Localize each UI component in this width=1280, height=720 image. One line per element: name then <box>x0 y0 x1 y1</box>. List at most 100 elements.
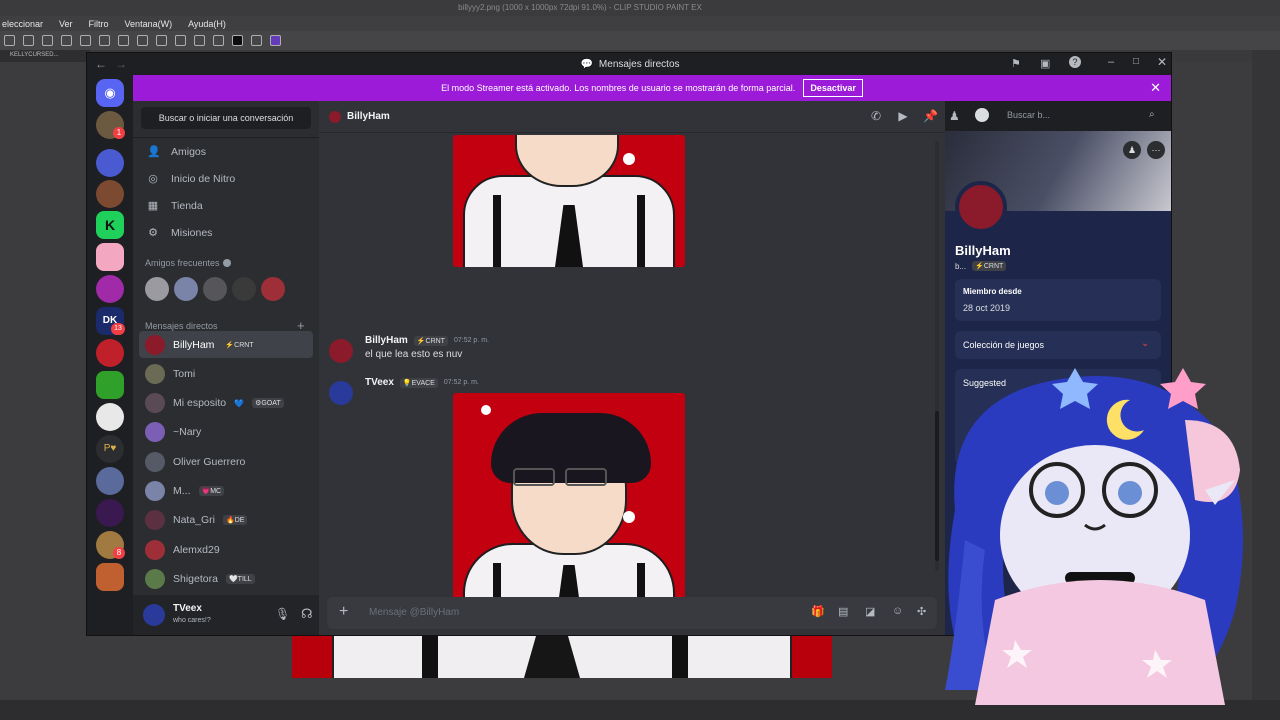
inbox-flag-icon[interactable]: ⚑ <box>1011 57 1021 70</box>
minimize-icon[interactable]: – <box>1108 56 1114 68</box>
dm-section-label: Mensajes directos <box>145 321 218 331</box>
quests-icon: ⚙ <box>148 227 158 239</box>
gif-icon[interactable]: ▤ <box>838 605 848 618</box>
server-icon[interactable] <box>96 243 124 271</box>
dm-list-item[interactable]: ~Nary <box>139 419 313 446</box>
message-author[interactable]: TVeex <box>365 377 394 388</box>
menu-item-filter[interactable]: Filtro <box>89 19 109 29</box>
dm-list-item[interactable]: Mi esposito 💙 ⚙GOAT <box>139 390 313 417</box>
video-call-icon[interactable]: ▶ <box>896 109 910 123</box>
csp-file-tab[interactable]: KELLYCURSED... <box>0 50 90 62</box>
server-icon-k[interactable]: K <box>96 211 124 239</box>
add-friends-icon[interactable]: ♟ <box>949 109 960 123</box>
tool-icon[interactable] <box>194 35 205 46</box>
sticker-icon[interactable]: ◪ <box>865 605 875 618</box>
maximize-icon[interactable]: □ <box>1133 56 1139 67</box>
user-profile-toggle-icon[interactable] <box>975 108 989 122</box>
friend-avatar[interactable] <box>203 277 227 301</box>
message-avatar[interactable] <box>329 339 353 363</box>
server-icon[interactable]: P♥ <box>96 435 124 463</box>
avatar[interactable] <box>143 604 165 626</box>
message-text: el que lea esto es nuv <box>365 349 463 360</box>
message-input-placeholder[interactable]: Mensaje @BillyHam <box>369 607 459 618</box>
pin-icon[interactable]: 📌 <box>923 109 938 123</box>
dm-list-item[interactable]: Shigetora 🤍TILL <box>139 565 313 592</box>
dm-list-item[interactable]: BillyHam ⚡CRNT <box>139 331 313 358</box>
dm-list-item[interactable]: Oliver Guerrero <box>139 448 313 475</box>
dm-name: Tomi <box>173 367 196 380</box>
color-swatch-icon[interactable] <box>232 35 243 46</box>
back-arrow-icon[interactable]: ← <box>95 57 107 71</box>
server-icon[interactable] <box>96 339 124 367</box>
server-icon[interactable] <box>96 149 124 177</box>
nav-nitro[interactable]: ◎ Inicio de Nitro <box>139 166 313 192</box>
chevron-down-icon[interactable]: ⌄ <box>1141 338 1149 349</box>
nav-friends[interactable]: 👤 Amigos <box>139 139 313 165</box>
nav-shop[interactable]: ▦ Tienda <box>139 193 313 219</box>
avatar <box>145 422 165 443</box>
tool-icon[interactable] <box>23 35 34 46</box>
game-collection-card[interactable]: Colección de juegos ⌄ <box>955 331 1161 359</box>
voice-call-icon[interactable]: ✆ <box>869 109 883 123</box>
forward-arrow-icon[interactable]: → <box>115 57 127 71</box>
message-input-box[interactable]: + Mensaje @BillyHam 🎁 ▤ ◪ ☺ ✣ <box>327 597 937 629</box>
friend-avatar[interactable] <box>145 277 169 301</box>
server-list: ◉ 1 K DK 13 P♥ 8 <box>87 75 133 635</box>
close-window-icon[interactable]: ✕ <box>1157 55 1167 69</box>
server-icon[interactable] <box>96 180 124 208</box>
info-icon[interactable] <box>223 259 231 267</box>
server-icon[interactable] <box>96 467 124 495</box>
tool-icon[interactable] <box>4 35 15 46</box>
inbox-icon[interactable]: ▣ <box>1040 57 1050 70</box>
search-conversation-button[interactable]: Buscar o iniciar una conversación <box>141 107 311 129</box>
discord-home-icon[interactable]: ◉ <box>96 79 124 107</box>
close-banner-icon[interactable]: ✕ <box>1150 80 1161 96</box>
headphones-icon[interactable]: ☊ <box>301 606 313 622</box>
chat-image-billyham[interactable] <box>453 135 685 267</box>
help-icon[interactable]: ? <box>1069 56 1081 68</box>
dm-list-item[interactable]: Alemxd29 <box>139 536 313 563</box>
microphone-icon[interactable]: 🎙 <box>275 607 290 621</box>
vtuber-avatar-overlay <box>935 360 1265 705</box>
friend-avatar[interactable] <box>261 277 285 301</box>
menu-item-window[interactable]: Ventana(W) <box>125 19 173 29</box>
friend-avatar[interactable] <box>232 277 256 301</box>
attach-plus-icon[interactable]: + <box>339 603 348 621</box>
menu-item-view[interactable]: Ver <box>59 19 73 29</box>
apps-icon[interactable]: ✣ <box>917 605 926 618</box>
menu-item-select[interactable]: eleccionar <box>2 19 43 29</box>
tool-icon[interactable] <box>137 35 148 46</box>
nav-quests[interactable]: ⚙ Misiones <box>139 220 313 246</box>
server-icon[interactable] <box>96 275 124 303</box>
tool-icon[interactable] <box>99 35 110 46</box>
emoji-icon[interactable]: ☺ <box>892 605 903 617</box>
tool-icon[interactable] <box>42 35 53 46</box>
tool-icon[interactable] <box>61 35 72 46</box>
tool-icon[interactable] <box>175 35 186 46</box>
more-options-icon[interactable]: ⋯ <box>1147 141 1165 159</box>
friend-avatar[interactable] <box>174 277 198 301</box>
server-icon[interactable] <box>96 403 124 431</box>
deactivate-button[interactable]: Desactivar <box>803 79 863 97</box>
chat-image-tveex[interactable] <box>453 393 685 625</box>
tool-icon[interactable] <box>80 35 91 46</box>
server-icon[interactable] <box>96 371 124 399</box>
tool-icon[interactable] <box>213 35 224 46</box>
tool-icon[interactable] <box>156 35 167 46</box>
tool-icon[interactable] <box>118 35 129 46</box>
tool-icon[interactable] <box>251 35 262 46</box>
nav-label: Misiones <box>171 227 213 239</box>
dm-list-item[interactable]: Nata_Gri 🔥DE <box>139 507 313 534</box>
profile-avatar[interactable] <box>955 181 1007 233</box>
message-avatar[interactable] <box>329 381 353 405</box>
server-icon[interactable] <box>96 499 124 527</box>
pen-tool-icon[interactable] <box>270 35 281 46</box>
gift-icon[interactable]: 🎁 <box>811 605 825 618</box>
search-input[interactable]: Buscar b... ⌕ <box>1001 107 1165 125</box>
server-icon[interactable] <box>96 563 124 591</box>
dm-list-item[interactable]: Tomi <box>139 360 313 387</box>
profile-action-icon[interactable]: ♟ <box>1123 141 1141 159</box>
dm-list-item[interactable]: M... 💗MC <box>139 478 313 505</box>
message-author[interactable]: BillyHam <box>365 335 408 346</box>
menu-item-help[interactable]: Ayuda(H) <box>188 19 226 29</box>
